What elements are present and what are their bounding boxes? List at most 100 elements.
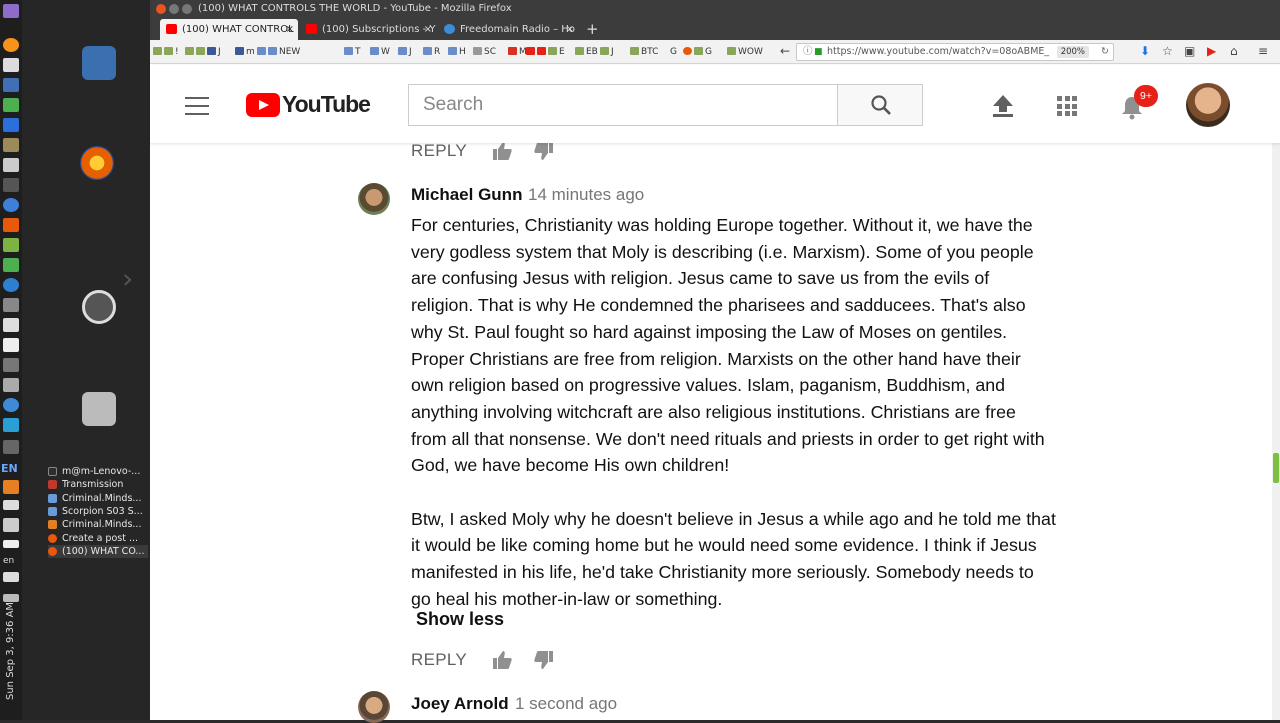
- upload-icon[interactable]: [992, 93, 1014, 117]
- bookmark-item[interactable]: H: [448, 46, 466, 58]
- bookmark-item[interactable]: G: [670, 46, 677, 58]
- task-item[interactable]: Transmission: [48, 478, 148, 491]
- url-bar[interactable]: ⓘ ■ https://www.youtube.com/watch?v=08oA…: [796, 43, 1114, 61]
- settings-icon[interactable]: [3, 298, 19, 312]
- library-icon[interactable]: ▣: [1184, 44, 1195, 58]
- account-avatar[interactable]: [1186, 83, 1230, 127]
- bookmark-item[interactable]: SC: [473, 46, 496, 58]
- thumbs-down-icon[interactable]: [534, 141, 554, 161]
- camera-icon[interactable]: [3, 378, 19, 392]
- task-item[interactable]: Scorpion S03 S...: [48, 505, 148, 518]
- monitor-icon[interactable]: [3, 318, 19, 332]
- thumbs-up-icon[interactable]: [492, 141, 512, 161]
- new-tab-button[interactable]: +: [586, 18, 599, 40]
- folder-icon[interactable]: [3, 238, 19, 252]
- bookmark-item[interactable]: EB: [575, 46, 598, 58]
- reply-button[interactable]: REPLY: [411, 650, 492, 670]
- app-menu-icon[interactable]: [3, 4, 19, 18]
- tab-youtube-video[interactable]: (100) WHAT CONTROL ×: [160, 19, 298, 40]
- grid-app-icon[interactable]: [3, 118, 19, 132]
- bookmark-item[interactable]: J: [398, 46, 412, 58]
- screenshot-icon[interactable]: [3, 158, 19, 172]
- ubuntu-logo-icon[interactable]: [82, 290, 116, 324]
- dock-expand-arrow-icon[interactable]: ›: [122, 262, 133, 295]
- comment-author-name[interactable]: Michael Gunn: [411, 185, 522, 205]
- calendar-icon[interactable]: [3, 78, 19, 92]
- info-icon[interactable]: ⓘ: [803, 44, 813, 60]
- thumbs-up-icon[interactable]: [492, 650, 512, 670]
- tab-close-icon[interactable]: ×: [424, 19, 432, 40]
- writer-document-icon[interactable]: [82, 46, 116, 80]
- bookmark-item[interactable]: T: [344, 46, 361, 58]
- bookmark-item[interactable]: J: [185, 46, 221, 58]
- terminal-icon[interactable]: [3, 178, 19, 192]
- network-icon[interactable]: [3, 198, 19, 212]
- show-less-button[interactable]: Show less: [416, 609, 504, 630]
- clipboard-icon[interactable]: [3, 338, 19, 352]
- volume-icon[interactable]: [3, 572, 19, 582]
- maximize-window-icon[interactable]: [182, 4, 192, 14]
- page-scrollbar[interactable]: [1272, 143, 1280, 720]
- notification-count-badge[interactable]: 9+: [1134, 85, 1158, 107]
- image-viewer-icon[interactable]: [3, 258, 19, 272]
- minimize-window-icon[interactable]: [169, 4, 179, 14]
- comment-author-avatar[interactable]: [358, 183, 390, 215]
- keyboard-layout-indicator[interactable]: EN: [1, 462, 18, 475]
- bookmark-item[interactable]: m: [235, 46, 255, 58]
- home-icon[interactable]: ⌂: [1230, 44, 1238, 58]
- comment-author-avatar[interactable]: [358, 691, 390, 723]
- bookmark-item[interactable]: G: [683, 46, 712, 58]
- drive-icon[interactable]: [3, 358, 19, 372]
- file-cabinet-icon[interactable]: [82, 392, 116, 426]
- task-item[interactable]: Criminal.Minds...: [48, 492, 148, 505]
- document-icon[interactable]: [3, 58, 19, 72]
- bookmark-item[interactable]: BTC: [630, 46, 658, 58]
- vlc-icon[interactable]: [3, 480, 19, 494]
- comment-author-name[interactable]: Joey Arnold: [411, 694, 509, 714]
- battery-icon[interactable]: [3, 540, 19, 548]
- system-clock[interactable]: Sun Sep 3, 9:36 AM: [2, 600, 20, 700]
- bookmark-item[interactable]: NEW: [257, 46, 300, 58]
- back-icon[interactable]: ←: [780, 44, 790, 58]
- language-indicator[interactable]: en: [3, 556, 14, 566]
- bluetooth-small-icon[interactable]: [3, 440, 19, 454]
- task-item[interactable]: Criminal.Minds...: [48, 518, 148, 531]
- download-icon[interactable]: ⬇: [1140, 44, 1150, 58]
- lock-icon[interactable]: ■: [814, 44, 823, 60]
- tab-close-icon[interactable]: ×: [286, 19, 294, 40]
- firefox-icon[interactable]: [80, 146, 114, 180]
- tab-freedomain[interactable]: Freedomain Radio – Ho ×: [438, 19, 578, 40]
- bookmark-item[interactable]: WOW: [727, 46, 763, 58]
- thumbs-down-icon[interactable]: [534, 650, 554, 670]
- bookmark-item[interactable]: !: [153, 46, 179, 58]
- guide-menu-icon[interactable]: [185, 97, 209, 121]
- web-icon[interactable]: [3, 398, 19, 412]
- bookmark-item[interactable]: W: [370, 46, 390, 58]
- reply-button[interactable]: REPLY: [411, 141, 492, 161]
- bookmark-item[interactable]: M: [508, 46, 527, 58]
- tab-subscriptions[interactable]: (100) Subscriptions - Y ×: [300, 19, 436, 40]
- close-window-icon[interactable]: [156, 4, 166, 14]
- apps-grid-icon[interactable]: [1057, 96, 1077, 116]
- menu-icon[interactable]: ≡: [1258, 44, 1268, 58]
- wifi-icon[interactable]: [3, 500, 19, 510]
- search-button[interactable]: [837, 84, 923, 126]
- comment-timestamp[interactable]: 14 minutes ago: [528, 185, 644, 205]
- bookmark-item[interactable]: R: [423, 46, 440, 58]
- task-item[interactable]: m@m-Lenovo-...: [48, 465, 148, 478]
- youtube-addon-icon[interactable]: ▶: [1207, 44, 1216, 58]
- youtube-logo[interactable]: YouTube: [246, 91, 371, 118]
- bookmark-star-icon[interactable]: ☆: [1162, 44, 1173, 58]
- spreadsheet-icon[interactable]: [3, 98, 19, 112]
- search-input[interactable]: Search: [408, 84, 838, 126]
- tab-close-icon[interactable]: ×: [566, 19, 574, 40]
- chrome-icon[interactable]: [3, 278, 19, 292]
- bookmark-item[interactable]: J: [600, 46, 614, 58]
- bitcoin-icon[interactable]: [3, 38, 19, 52]
- message-icon[interactable]: [3, 418, 19, 432]
- ubuntu-icon[interactable]: [3, 218, 19, 232]
- reload-icon[interactable]: ↻: [1101, 44, 1109, 60]
- task-item[interactable]: (100) WHAT CO...: [48, 544, 148, 559]
- user-icon[interactable]: [3, 518, 19, 532]
- comment-timestamp[interactable]: 1 second ago: [515, 694, 617, 714]
